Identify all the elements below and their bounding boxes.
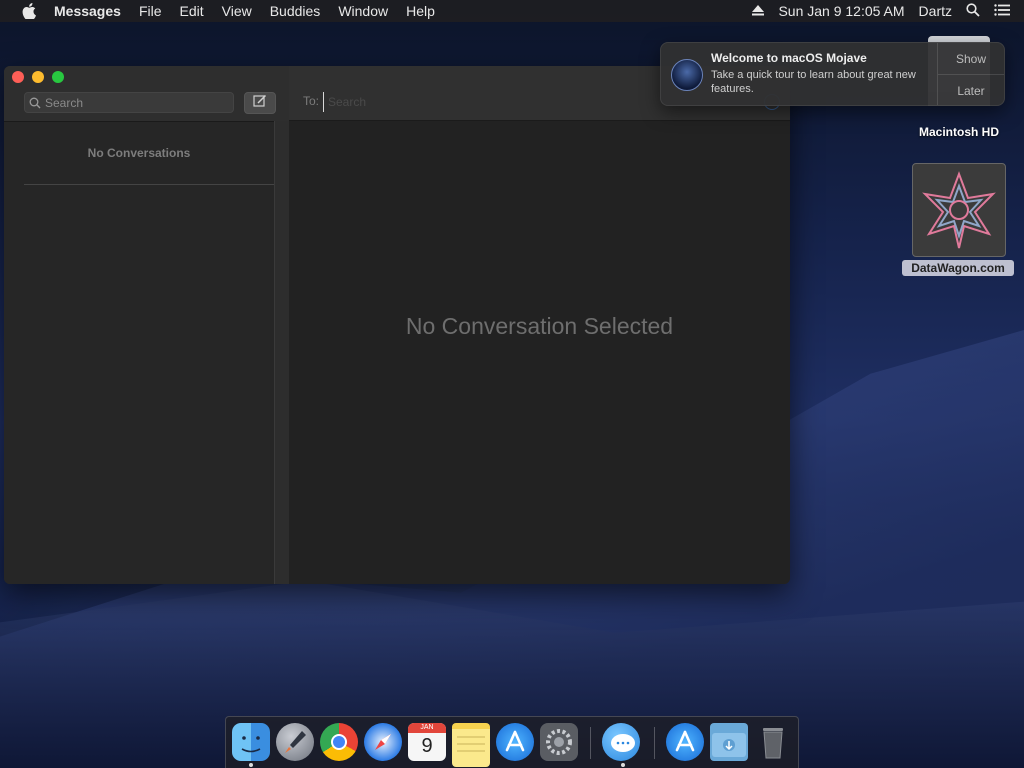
minimize-window-button[interactable] [32,71,44,83]
menu-help[interactable]: Help [406,3,435,19]
eject-icon[interactable] [752,3,765,19]
dock-separator [590,727,591,759]
no-conversation-selected: No Conversation Selected [405,313,674,339]
menu-messages[interactable]: Messages [54,3,121,19]
chrome-icon[interactable] [320,723,358,761]
close-window-button[interactable] [12,71,24,83]
notification-show-button[interactable]: Show [938,43,1004,75]
safari-icon[interactable] [364,723,402,761]
datawagon-label[interactable]: DataWagon.com [902,260,1014,276]
compose-icon [253,94,267,113]
messages-icon[interactable] [602,723,640,761]
notification-body: Take a quick tour to learn about great n… [711,69,916,95]
compose-button[interactable] [244,92,276,114]
welcome-notification: Welcome to macOS Mojave Take a quick tou… [660,42,1005,106]
notification-center-icon[interactable] [994,3,1010,19]
notification-later-button[interactable]: Later [938,75,1004,106]
app-store-icon[interactable] [496,723,534,761]
calendar-icon[interactable]: JAN 9 [408,723,446,761]
system-preferences-icon[interactable] [540,723,578,761]
calendar-day: 9 [421,735,433,757]
conversation-search[interactable] [24,92,234,113]
mojave-icon [671,59,703,91]
notification-title: Welcome to macOS Mojave [711,51,867,65]
menubar-user[interactable]: Dartz [919,3,952,19]
menu-buddies[interactable]: Buddies [270,3,321,19]
sidebar-divider [24,184,274,185]
calendar-month: JAN [408,723,446,733]
sidebar-scrollbar[interactable] [274,121,290,584]
menu-window[interactable]: Window [338,3,388,19]
menu-bar: Messages File Edit View Buddies Window H… [0,0,1024,22]
spotlight-search-icon[interactable] [966,2,980,20]
search-input[interactable] [45,95,225,110]
messages-running-indicator [621,763,625,767]
finder-running-indicator [249,763,253,767]
finder-icon[interactable] [232,723,270,761]
conversation-pane: To: No Conversation Selected [289,66,790,584]
messages-window: No Conversations To: No Conversation Sel… [4,66,790,584]
menu-view[interactable]: View [222,3,252,19]
maximize-window-button[interactable] [52,71,64,83]
to-label: To: [303,94,320,108]
sidebar-toolbar [4,66,289,122]
apple-icon[interactable] [18,3,40,19]
dock: JAN 9 [225,716,799,768]
trash-icon[interactable] [754,723,792,761]
dock-separator [654,727,655,759]
datawagon-icon[interactable] [912,163,1006,257]
notes-icon[interactable] [452,723,490,767]
recipient-input[interactable] [323,92,630,112]
menu-edit[interactable]: Edit [180,3,204,19]
menubar-clock[interactable]: Sun Jan 9 12:05 AM [778,3,904,19]
macintosh-hd-label[interactable]: Macintosh HD [904,125,1014,139]
app-store-downloads-icon[interactable] [666,723,704,761]
downloads-folder-icon[interactable] [710,723,748,761]
notification-actions: Show Later [937,43,1004,105]
conversation-sidebar: No Conversations [4,66,290,584]
launchpad-icon[interactable] [276,723,314,761]
no-conversations-label: No Conversations [87,146,191,160]
menu-file[interactable]: File [139,3,162,19]
search-icon [25,97,45,109]
